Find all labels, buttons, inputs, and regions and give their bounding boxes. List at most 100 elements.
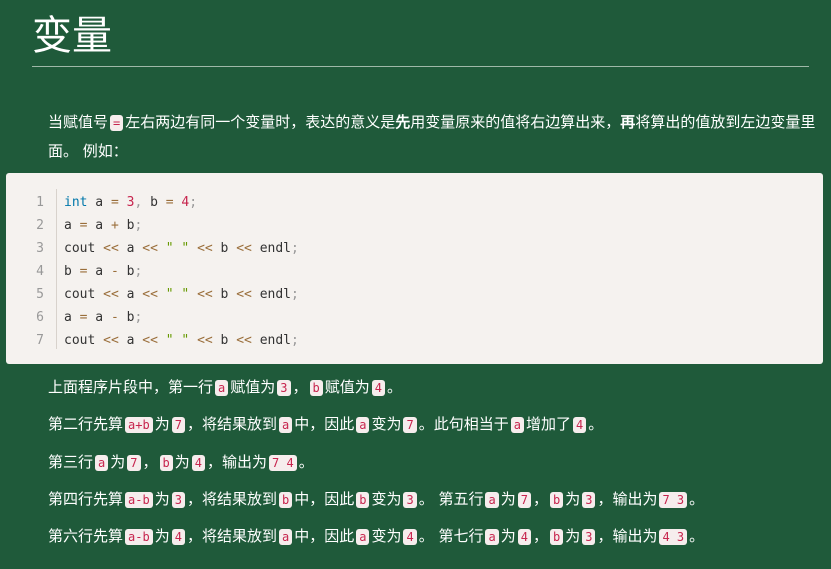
inline-code: a-b bbox=[125, 529, 153, 545]
explanation-text: 变为 bbox=[371, 527, 402, 545]
explanation-text: 第三行 bbox=[48, 453, 94, 471]
line-number: 1 bbox=[36, 195, 44, 210]
code-line: cout << a << " " << b << endl; bbox=[64, 241, 299, 256]
explanation-text: 第六行先算 bbox=[48, 527, 124, 545]
inline-code: a bbox=[356, 529, 370, 545]
explanation-text: ，将结果放到 bbox=[186, 490, 277, 508]
gutter-divider bbox=[56, 189, 57, 349]
inline-code: 4 bbox=[572, 417, 587, 433]
explanation-text: 中，因此 bbox=[294, 415, 355, 433]
intro-text-1: 当赋值号 bbox=[48, 113, 109, 131]
inline-code: 3 bbox=[171, 492, 185, 508]
line-number-gutter: 1 2 3 4 5 6 7 bbox=[6, 191, 56, 352]
code-line: cout << a << " " << b << endl; bbox=[64, 287, 299, 302]
inline-code: a bbox=[356, 417, 370, 433]
explanation-text: 为 bbox=[500, 490, 516, 508]
explanation-text: 为 bbox=[565, 490, 581, 508]
explanation-text: 。 bbox=[689, 490, 705, 508]
title-divider bbox=[32, 66, 809, 67]
inline-code: b bbox=[309, 380, 323, 396]
inline-code: a bbox=[510, 417, 524, 433]
inline-code: b bbox=[159, 455, 173, 471]
line-number: 2 bbox=[36, 218, 44, 233]
inline-code: 7 4 bbox=[269, 455, 297, 471]
inline-code: b bbox=[356, 492, 370, 508]
explanation-text: 。 第五行 bbox=[418, 490, 484, 508]
code-line: a = a + b; bbox=[64, 218, 143, 233]
inline-code: 7 3 bbox=[659, 492, 688, 508]
explanation-line-5: 第六行先算 a-b 为 4 ，将结果放到 a 中，因此 a 变为 4。 第七行 a 为 4， b 为 3 ，输出… bbox=[48, 522, 704, 551]
explanation-text: 。 bbox=[298, 453, 314, 471]
inline-code: b bbox=[278, 492, 293, 508]
line-number: 6 bbox=[36, 310, 44, 325]
inline-code: 3 bbox=[403, 492, 417, 508]
inline-code: a-b bbox=[125, 492, 153, 508]
explanation-text: 为 bbox=[154, 490, 170, 508]
explanation-text: 。 bbox=[588, 415, 604, 433]
explanation-text: 变为 bbox=[371, 415, 402, 433]
inline-code: 7 bbox=[127, 455, 141, 471]
inline-code: a bbox=[278, 529, 293, 545]
inline-code: 7 bbox=[403, 417, 417, 433]
explanation-text: 变为 bbox=[371, 490, 402, 508]
explanation-text: ， bbox=[532, 490, 548, 508]
inline-code: b bbox=[549, 529, 564, 545]
explanation-text: ，输出为 bbox=[597, 490, 658, 508]
explanation-text: 为 bbox=[154, 415, 170, 433]
explanation-text: ， bbox=[142, 453, 158, 471]
inline-code: 3 bbox=[582, 529, 596, 545]
line-number: 5 bbox=[36, 287, 44, 302]
explanation-text: 第二行先算 bbox=[48, 415, 124, 433]
explanation-text: ， bbox=[532, 527, 548, 545]
code-line: b = a - b; bbox=[64, 264, 143, 279]
inline-code: 7 bbox=[171, 417, 185, 433]
explanation-line-3: 第三行 a 为 7， b 为 4 ，输出为 7 4。 bbox=[48, 448, 314, 477]
inline-code: 4 bbox=[403, 529, 417, 545]
inline-code: a bbox=[485, 492, 499, 508]
inline-code: a+b bbox=[125, 417, 153, 433]
explanation-text: 增加了 bbox=[525, 415, 571, 433]
inline-code: 4 bbox=[517, 529, 531, 545]
explanation-text: 为 bbox=[154, 527, 170, 545]
code-line: a = a - b; bbox=[64, 310, 143, 325]
line-number: 3 bbox=[36, 241, 44, 256]
explanation-text: 。此句相当于 bbox=[418, 415, 509, 433]
explanation-text: ，输出为 bbox=[597, 527, 658, 545]
inline-code: 3 bbox=[277, 380, 291, 396]
intro-paragraph: 当赋值号 = 左右两边有同一个变量时，表达的意义是先用变量原来的值将右边算出来，再将… bbox=[48, 108, 818, 165]
intro-bold-then: 再 bbox=[620, 113, 636, 131]
explanation-text: ， bbox=[292, 378, 308, 396]
inline-code: b bbox=[549, 492, 564, 508]
explanation-text: 为 bbox=[500, 527, 516, 545]
inline-code: a bbox=[215, 380, 229, 396]
explanation-text: 。 bbox=[689, 527, 705, 545]
page-title: 变量 bbox=[32, 13, 112, 59]
explanation-text: 。 bbox=[387, 378, 403, 396]
inline-code: 4 bbox=[171, 529, 185, 545]
code-lines: int a = 3, b = 4; a = a + b; cout << a <… bbox=[64, 191, 299, 352]
inline-code: 4 bbox=[191, 455, 205, 471]
explanation-text: 为 bbox=[174, 453, 190, 471]
explanation-line-2: 第二行先算 a+b 为 7 ，将结果放到 a 中，因此 a 变为 7 。此句相当于 a 增加了 4。 bbox=[48, 410, 603, 439]
explanation-text: 赋值为 bbox=[324, 378, 370, 396]
line-number: 4 bbox=[36, 264, 44, 279]
code-block[interactable]: 1 2 3 4 5 6 7 int a = 3, b = 4; a = a + … bbox=[6, 173, 823, 364]
code-line: int a = 3, b = 4; bbox=[64, 195, 198, 210]
explanation-text: 第四行先算 bbox=[48, 490, 124, 508]
inline-code: 4 3 bbox=[659, 529, 688, 545]
explanation-text: 上面程序片段中，第一行 bbox=[48, 378, 214, 396]
code-line: cout << a << " " << b << endl; bbox=[64, 333, 299, 348]
intro-bold-first: 先 bbox=[395, 113, 411, 131]
inline-code: 7 bbox=[517, 492, 531, 508]
line-number: 7 bbox=[36, 333, 44, 348]
explanation-text: ，将结果放到 bbox=[186, 415, 277, 433]
explanation-text: 为 bbox=[565, 527, 581, 545]
explanation-text: 赋值为 bbox=[230, 378, 276, 396]
inline-code: a bbox=[95, 455, 109, 471]
inline-code: a bbox=[485, 529, 499, 545]
explanation-text: ，输出为 bbox=[207, 453, 268, 471]
explanation-text: 。 第七行 bbox=[418, 527, 484, 545]
explanation-line-1: 上面程序片段中，第一行 a 赋值为 3， b 赋值为 4。 bbox=[48, 373, 402, 402]
explanation-text: 中，因此 bbox=[294, 527, 355, 545]
intro-text-3: 用变量原来的值将右边算出来， bbox=[410, 113, 621, 131]
